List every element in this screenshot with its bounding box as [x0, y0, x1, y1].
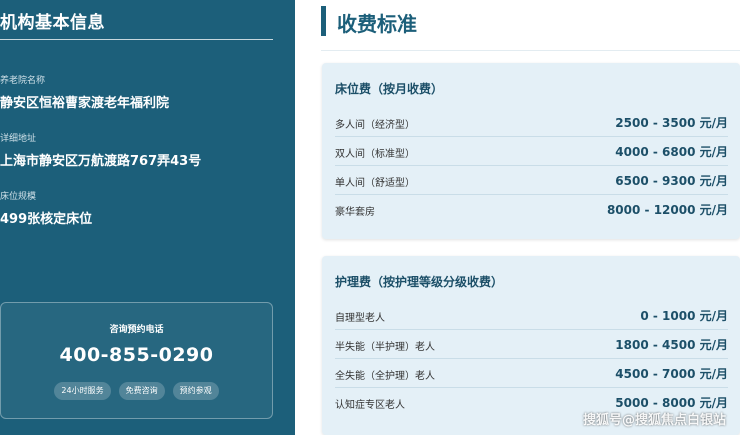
institution-panel: 机构基本信息 养老院名称 静安区恒裕曹家渡老年福利院 详细地址 上海市静安区万航… [0, 0, 295, 435]
fee-row-label: 自理型老人 [335, 313, 385, 324]
fee-row-price: 6500 - 9300 元/月 [615, 174, 728, 188]
fee-row: 自理型老人 0 - 1000 元/月 [335, 301, 728, 330]
tag-24h-service: 24小时服务 [54, 382, 111, 400]
fee-row: 豪华套房 8000 - 12000 元/月 [335, 195, 728, 224]
contact-box: 咨询预约电话 400-855-0290 24小时服务 免费咨询 预约参观 [0, 302, 273, 419]
fee-row: 全失能（全护理）老人 4500 - 7000 元/月 [335, 359, 728, 388]
card-title: 床位费（按月收费） [335, 82, 444, 96]
card-title: 护理费（按护理等级分级收费） [335, 275, 504, 289]
contact-label: 咨询预约电话 [109, 325, 164, 335]
beds-value: 499张核定床位 [0, 212, 93, 227]
fee-row-price: 0 - 1000 元/月 [640, 309, 728, 323]
bed-fee-card: 床位费（按月收费） 多人间（经济型） 2500 - 3500 元/月 双人间（标… [322, 63, 740, 239]
fee-row-label: 全失能（全护理）老人 [335, 371, 435, 382]
name-label: 养老院名称 [0, 76, 46, 86]
institution-section-title: 机构基本信息 [0, 13, 105, 33]
divider [321, 50, 740, 51]
fees-title: 收费标准 [337, 12, 417, 36]
fee-row-label: 半失能（半护理）老人 [335, 342, 435, 353]
service-tags: 24小时服务 免费咨询 预约参观 [1, 382, 272, 400]
fee-row-price: 1800 - 4500 元/月 [615, 338, 728, 352]
divider [0, 39, 273, 40]
phone-number[interactable]: 400-855-0290 [1, 344, 272, 366]
address-label: 详细地址 [0, 134, 37, 144]
fee-row-label: 双人间（标准型） [335, 149, 415, 160]
fee-row-price: 4500 - 7000 元/月 [615, 367, 728, 381]
fee-row-label: 单人间（舒适型） [335, 178, 415, 189]
address-value: 上海市静安区万航渡路767弄43号 [0, 154, 202, 169]
fee-row-price: 8000 - 12000 元/月 [606, 203, 728, 217]
tag-book-visit: 预约参观 [172, 382, 219, 400]
fee-row-price: 4000 - 6800 元/月 [615, 145, 728, 159]
fee-row: 半失能（半护理）老人 1800 - 4500 元/月 [335, 330, 728, 359]
fee-row: 单人间（舒适型） 6500 - 9300 元/月 [335, 166, 728, 195]
title-accent-bar [321, 6, 326, 36]
name-value: 静安区恒裕曹家渡老年福利院 [0, 96, 170, 111]
fee-row: 多人间（经济型） 2500 - 3500 元/月 [335, 108, 728, 137]
fee-row-label: 认知症专区老人 [335, 400, 405, 411]
tag-free-consult: 免费咨询 [118, 382, 165, 400]
fee-row-price: 2500 - 3500 元/月 [615, 116, 728, 130]
fee-row-label: 豪华套房 [335, 207, 375, 218]
fee-row: 双人间（标准型） 4000 - 6800 元/月 [335, 137, 728, 166]
beds-label: 床位规模 [0, 192, 37, 202]
fee-row-label: 多人间（经济型） [335, 120, 415, 131]
watermark: 搜狐号@搜狐焦点白银站 [582, 413, 726, 428]
